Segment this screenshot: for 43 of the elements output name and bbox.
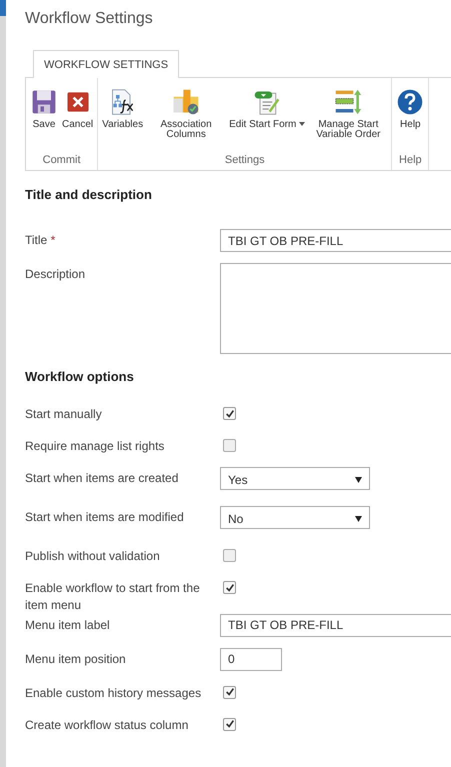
group-label: Help: [398, 154, 423, 168]
number-input[interactable]: 0: [220, 648, 282, 671]
caret-icon: [355, 476, 362, 482]
ribbon-button[interactable]: Save: [28, 88, 60, 154]
help-icon: [396, 88, 424, 116]
section-heading: Title and description: [25, 187, 153, 204]
ribbon-button[interactable]: Edit Start Form: [227, 88, 308, 154]
checkbox[interactable]: [223, 581, 236, 594]
group-label: Settings: [224, 154, 266, 168]
option-label: Publish without validation: [25, 548, 161, 565]
dropdown[interactable]: No: [220, 506, 370, 529]
ribbon-button[interactable]: Cancel: [60, 88, 96, 154]
option-label: Create workflow status column: [25, 716, 190, 734]
ribbon-button[interactable]: Help: [394, 88, 426, 154]
group-label: Commit: [42, 154, 82, 168]
checkbox[interactable]: [223, 686, 236, 699]
checkbox[interactable]: [223, 439, 236, 452]
option-label: Start when items are created: [25, 470, 180, 487]
page-title: Workflow Settings: [25, 10, 154, 29]
reorder-icon: [334, 88, 362, 116]
columns-icon: [172, 88, 200, 116]
section-heading: Workflow options: [25, 369, 135, 386]
dropdown[interactable]: Yes: [220, 467, 370, 490]
description-input[interactable]: [220, 263, 451, 354]
ribbon-button[interactable]: Association Columns: [145, 88, 228, 154]
option-label: Start when items are modified: [25, 509, 185, 526]
text-input[interactable]: TBI GT OB PRE-FILL: [220, 614, 451, 637]
option-label: Require manage list rights: [25, 438, 166, 455]
option-label: Start manually: [25, 406, 103, 423]
ribbon-tab[interactable]: WORKFLOW SETTINGS: [33, 50, 180, 78]
checkbox[interactable]: [223, 718, 236, 731]
option-label: Enable workflow to start from the item menu: [25, 580, 201, 614]
option-label: Menu item label: [25, 616, 111, 634]
title-input[interactable]: TBI GT OB PRE-FILL: [220, 229, 451, 252]
caret-icon: [355, 516, 362, 522]
field-label: Description: [25, 266, 86, 283]
field-label: Title *: [25, 232, 56, 249]
ribbon-button[interactable]: Variables: [100, 88, 146, 154]
option-label: Menu item position: [25, 650, 127, 668]
ribbon-button[interactable]: Manage Start Variable Order: [307, 88, 390, 154]
checkbox[interactable]: [223, 549, 236, 562]
checkbox[interactable]: [223, 407, 236, 420]
option-label: Enable custom history messages: [25, 684, 202, 702]
